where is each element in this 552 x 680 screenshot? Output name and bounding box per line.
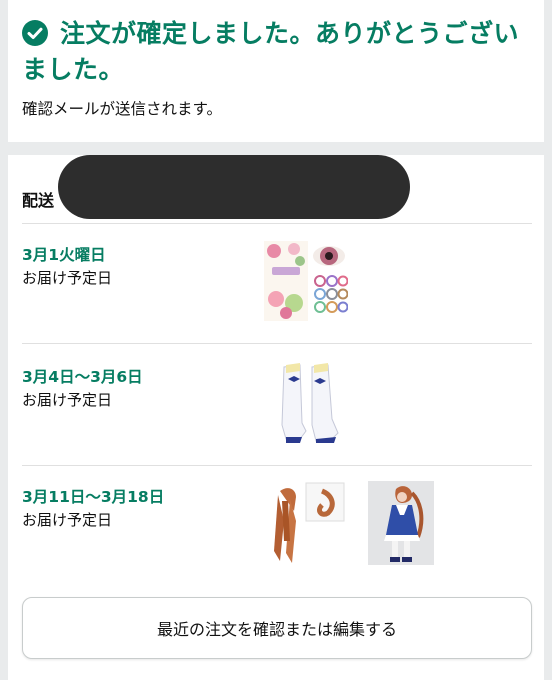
redaction-bar (58, 155, 410, 219)
check-circle-icon (22, 20, 48, 46)
confirmation-header: 注文が確定しました。ありがとうござい ました。 (22, 16, 532, 88)
delivery-label-3: お届け予定日 (22, 511, 113, 529)
confirmation-subtitle: 確認メールが送信されます。 (22, 100, 222, 118)
divider (22, 343, 532, 344)
shipping-section-label: 配送 (22, 191, 55, 210)
delivery-date-2: 3月4日～3月6日 (22, 368, 143, 386)
confirmation-title: 注文が確定しました。ありがとうござい ました。 (22, 16, 532, 88)
product-image-costume[interactable] (368, 481, 434, 565)
confirmation-card: 注文が確定しました。ありがとうござい ました。 確認メールが送信されます。 (8, 0, 544, 142)
shipments-card: 配送 3月1火曜日 お届け予定日 3月4日～3月6日 お届け予定日 3月11日～… (8, 155, 544, 680)
divider (22, 465, 532, 466)
confirmation-title-line1: 注文が確定しました。ありがとうござい (60, 19, 520, 48)
product-image-eye-lens[interactable] (312, 241, 346, 271)
product-image-wig[interactable] (266, 481, 352, 565)
divider (22, 223, 532, 224)
delivery-date-3: 3月11日～3月18日 (22, 488, 165, 506)
product-image-boots[interactable] (270, 359, 348, 445)
delivery-label-2: お届け予定日 (22, 391, 113, 409)
edit-orders-button[interactable]: 最近の注文を確認または編集する (22, 597, 532, 659)
product-image-lens-colors[interactable] (312, 275, 348, 319)
product-image-contact-lens-box[interactable] (264, 241, 308, 321)
confirmation-title-line2: ました。 (22, 55, 125, 84)
delivery-label-1: お届け予定日 (22, 269, 113, 287)
delivery-date-1: 3月1火曜日 (22, 246, 106, 264)
